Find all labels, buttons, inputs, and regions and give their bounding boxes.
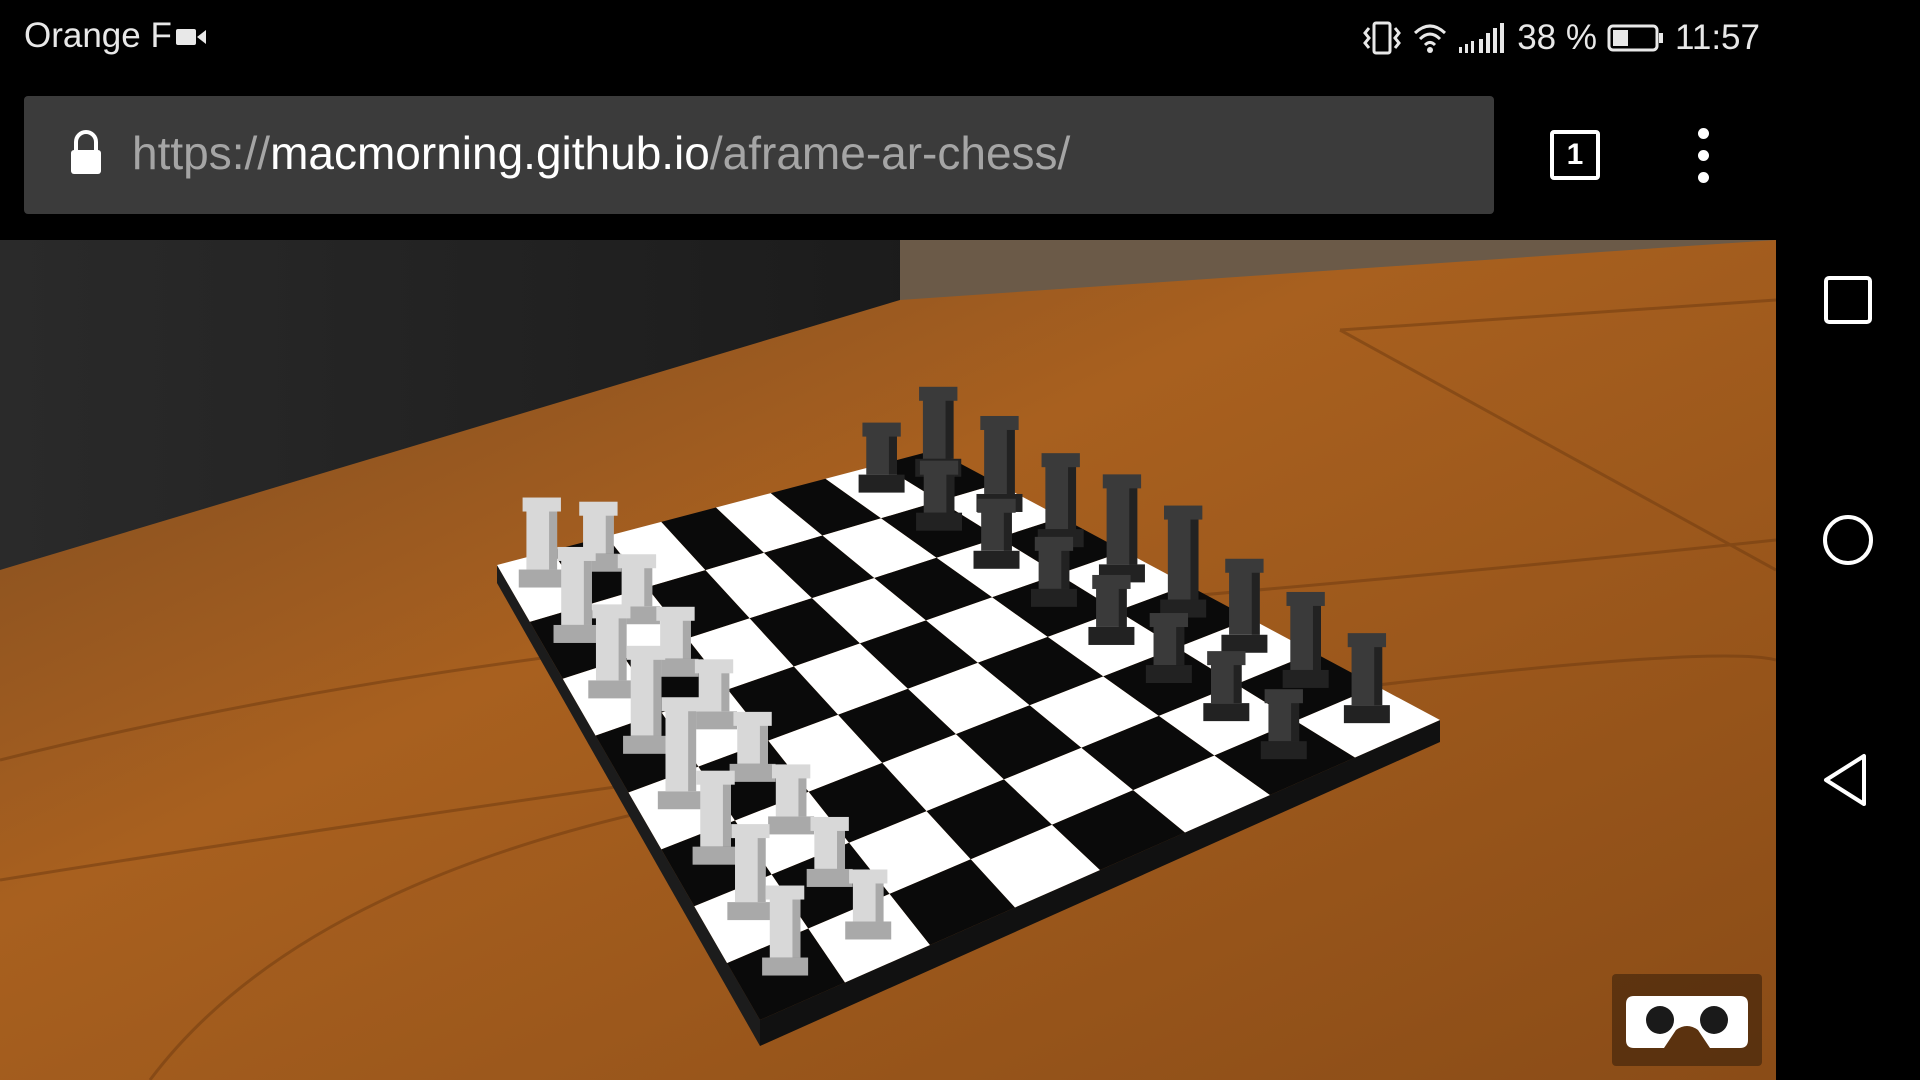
- url-scheme: https://: [132, 127, 271, 179]
- ar-camera-view[interactable]: [0, 240, 1776, 1080]
- android-nav-bar: [1776, 0, 1920, 1080]
- status-icons: 38 % 11:57: [1361, 14, 1760, 62]
- battery-percent: 38 %: [1517, 18, 1597, 57]
- lock-icon: [71, 130, 101, 174]
- url-text[interactable]: https://macmorning.github.io/aframe-ar-c…: [132, 126, 1070, 180]
- tab-count: 1: [1566, 138, 1584, 171]
- ar-scene-canvas[interactable]: [0, 240, 1776, 1080]
- wifi-icon: [1414, 24, 1447, 53]
- browser-toolbar: https://macmorning.github.io/aframe-ar-c…: [0, 78, 1776, 240]
- signal-icon: [1459, 23, 1505, 53]
- url-host: macmorning.github.io: [270, 127, 710, 179]
- url-path: /aframe-ar-chess/: [709, 127, 1071, 179]
- carrier-label: Orange F: [24, 16, 172, 55]
- tabs-button[interactable]: 1: [1550, 130, 1600, 180]
- vr-goggles-icon: [1626, 996, 1748, 1048]
- recents-square-icon[interactable]: [1816, 268, 1880, 332]
- vr-mode-button[interactable]: [1612, 974, 1762, 1066]
- url-bar[interactable]: https://macmorning.github.io/aframe-ar-c…: [24, 96, 1494, 214]
- home-circle-icon[interactable]: [1816, 508, 1880, 572]
- battery-icon: [1607, 24, 1663, 52]
- vibrate-icon: [1363, 21, 1402, 55]
- video-camera-icon: [176, 29, 206, 45]
- clock: 11:57: [1675, 18, 1760, 57]
- back-triangle-icon[interactable]: [1816, 748, 1880, 812]
- overflow-menu-icon[interactable]: [1688, 128, 1718, 184]
- status-bar: Orange F 38 % 11:57: [0, 0, 1920, 78]
